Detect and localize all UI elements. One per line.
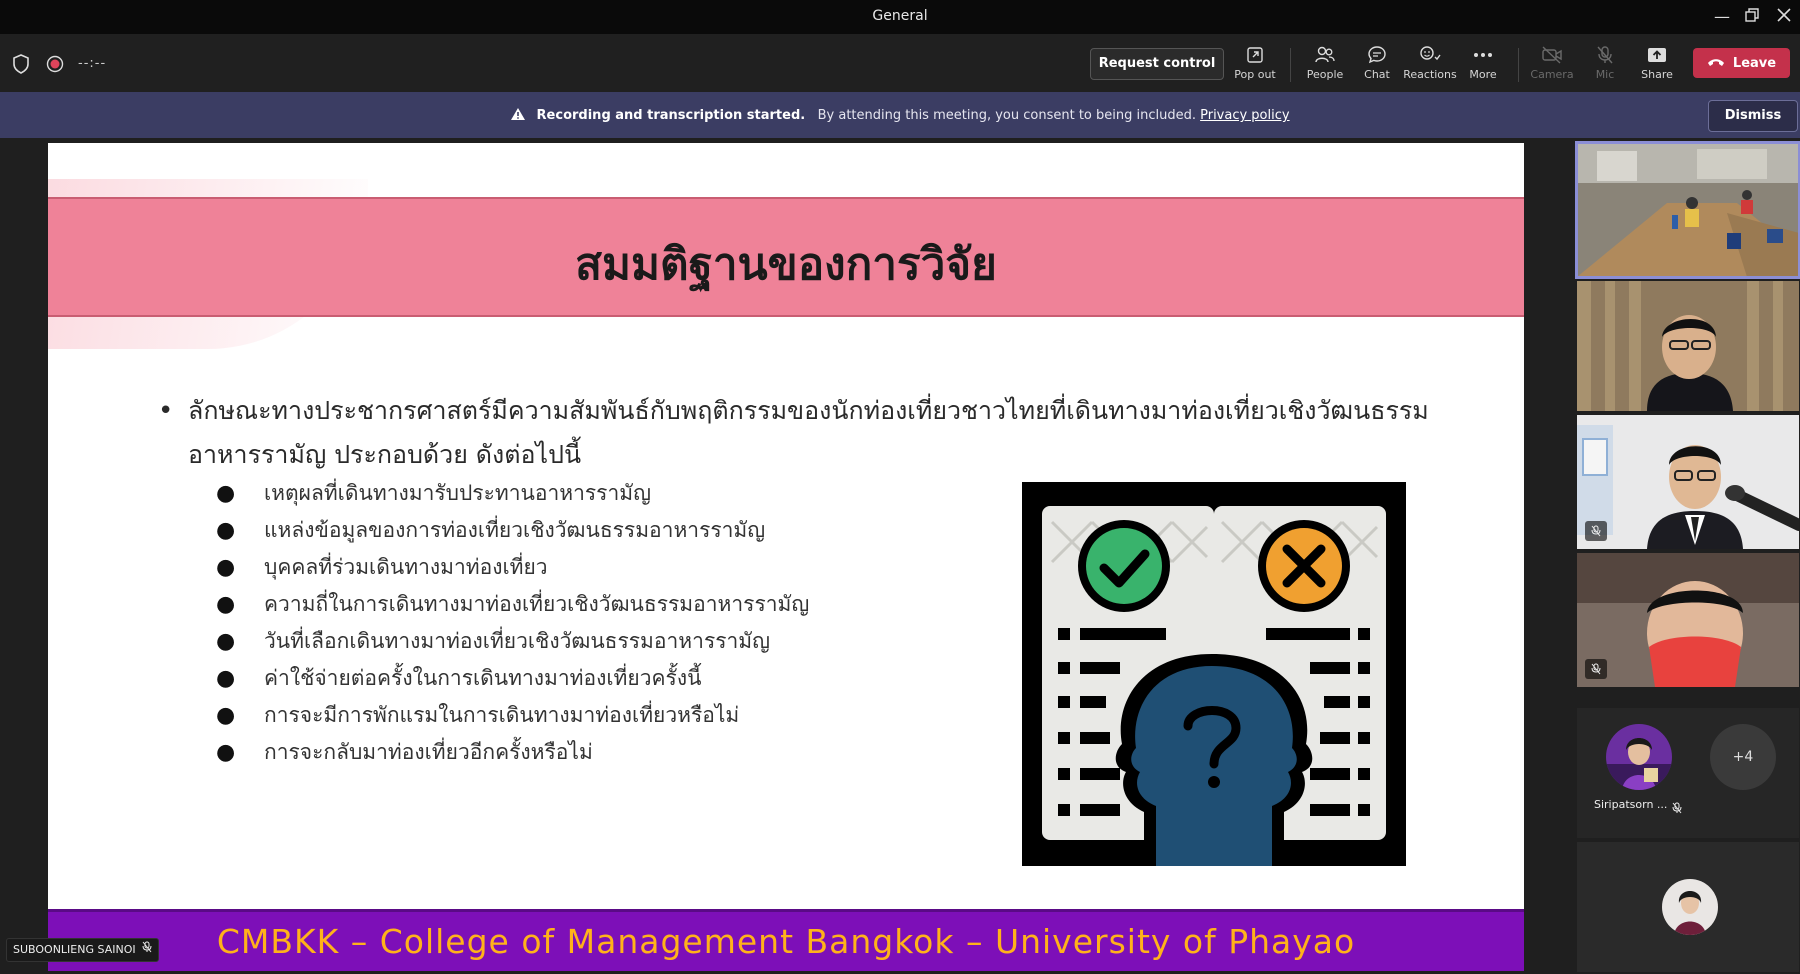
participant-name: Siripatsorn ... xyxy=(1594,798,1668,811)
avatar[interactable] xyxy=(1662,879,1718,935)
list-item: ● ค่าใช้จ่ายต่อครั้งในการเดินทางมาท่องเที… xyxy=(216,666,702,691)
avatar[interactable] xyxy=(1606,724,1672,790)
phone-hangup-icon xyxy=(1707,56,1725,71)
share-button[interactable]: Share xyxy=(1630,42,1684,81)
recording-icon xyxy=(46,55,64,77)
banner-text: By attending this meeting, you consent t… xyxy=(817,108,1196,123)
main-bullet-line2: อาหารรามัญ ประกอบด้วย ดังต่อไปนี้ xyxy=(188,440,582,469)
mic-off-icon xyxy=(142,939,152,961)
meeting-timer: --:-- xyxy=(78,56,107,71)
video-tile-participant-2[interactable] xyxy=(1577,281,1799,411)
sub-bullet-list: ● เหตุผลที่เดินทางมารับประทานอาหารรามัญ ●… xyxy=(216,475,809,771)
pop-out-icon xyxy=(1228,42,1282,68)
toolbar-divider xyxy=(1290,48,1291,82)
camera-button[interactable]: Camera xyxy=(1525,42,1579,81)
mic-off-icon xyxy=(1578,42,1632,68)
main-bullet-line1: ลักษณะทางประชากรศาสตร์มีความสัมพันธ์กับพ… xyxy=(188,396,1429,425)
people-label: People xyxy=(1306,68,1344,81)
share-label: Share xyxy=(1641,68,1673,81)
list-item: ● ความถี่ในการเดินทางมาท่องเที่ยวเชิงวัฒน… xyxy=(216,592,810,617)
banner-message: Recording and transcription started. By … xyxy=(0,107,1800,125)
request-control-button[interactable]: Request control xyxy=(1090,48,1224,80)
mic-off-icon xyxy=(1585,521,1607,541)
camera-off-icon xyxy=(1525,42,1579,68)
bullet-dot: • xyxy=(158,396,174,426)
people-button[interactable]: People xyxy=(1298,42,1352,81)
video-tile-participant-3[interactable] xyxy=(1577,415,1799,549)
slide-header-band: สมมติฐานของการวิจัย xyxy=(48,197,1524,317)
mic-label: Mic xyxy=(1595,68,1615,81)
hypothesis-illustration xyxy=(1022,482,1406,866)
reactions-button[interactable]: Reactions xyxy=(1403,42,1457,81)
recording-banner: Recording and transcription started. By … xyxy=(0,92,1800,138)
slide-footer-text: CMBKK – College of Management Bangkok – … xyxy=(216,922,1356,961)
chat-icon xyxy=(1350,42,1404,68)
list-item: ● บุคคลที่ร่วมเดินทางมาท่องเที่ยว xyxy=(216,555,548,580)
people-icon xyxy=(1298,42,1352,68)
slide-title: สมมติฐานของการวิจัย xyxy=(575,239,997,290)
main-bullet: • ลักษณะทางประชากรศาสตร์มีความสัมพันธ์กั… xyxy=(158,389,1478,477)
mic-off-icon xyxy=(1585,659,1607,679)
camera-label: Camera xyxy=(1530,68,1574,81)
leave-label: Leave xyxy=(1732,55,1777,71)
more-icon xyxy=(1456,42,1510,68)
pop-out-label: Pop out xyxy=(1234,68,1276,81)
share-icon xyxy=(1630,42,1684,68)
shared-slide: สมมติฐานของการวิจัย • ลักษณะทางประชากรศา… xyxy=(48,143,1524,971)
chat-button[interactable]: Chat xyxy=(1350,42,1404,81)
toolbar-divider xyxy=(1518,48,1519,82)
video-tile-room[interactable] xyxy=(1575,141,1800,279)
pop-out-button[interactable]: Pop out xyxy=(1228,42,1282,81)
mic-button[interactable]: Mic xyxy=(1578,42,1632,81)
window-title: General xyxy=(872,8,928,24)
chat-label: Chat xyxy=(1364,68,1390,81)
close-icon[interactable] xyxy=(1772,6,1796,28)
title-bar: General — xyxy=(0,0,1800,34)
list-item: ● แหล่งข้อมูลของการท่องเที่ยวเชิงวัฒนธรรม… xyxy=(216,518,766,543)
minimize-icon[interactable]: — xyxy=(1710,6,1734,28)
banner-bold-text: Recording and transcription started. xyxy=(536,108,806,123)
presenter-label: SUBOONLIENG SAINOI xyxy=(6,938,159,962)
more-participants-button[interactable]: +4 xyxy=(1710,724,1776,790)
leave-button[interactable]: Leave xyxy=(1693,48,1790,78)
list-item: ● การจะมีการพักแรมในการเดินทางมาท่องเที่ย… xyxy=(216,703,740,728)
warning-icon xyxy=(510,107,526,125)
presenter-name: SUBOONLIENG SAINOI xyxy=(13,943,136,956)
slide-footer-band: CMBKK – College of Management Bangkok – … xyxy=(48,909,1524,971)
list-item: ● วันที่เลือกเดินทางมาท่องเที่ยวเชิงวัฒนธ… xyxy=(216,629,771,654)
list-item: ● เหตุผลที่เดินทางมารับประทานอาหารรามัญ xyxy=(216,481,651,506)
reactions-icon xyxy=(1403,42,1457,68)
more-label: More xyxy=(1469,68,1497,81)
dismiss-button[interactable]: Dismiss xyxy=(1708,100,1798,132)
more-button[interactable]: More xyxy=(1456,42,1510,81)
reactions-label: Reactions xyxy=(1403,68,1457,81)
list-item: ● การจะกลับมาท่องเที่ยวอีกครั้งหรือไม่ xyxy=(216,740,593,765)
shield-icon[interactable] xyxy=(12,54,30,78)
video-tile-participant-4[interactable] xyxy=(1577,553,1799,687)
meeting-toolbar: --:-- Request control Pop out People Cha… xyxy=(0,34,1800,92)
privacy-policy-link[interactable]: Privacy policy xyxy=(1200,108,1289,123)
mic-off-icon xyxy=(1672,799,1682,818)
restore-icon[interactable] xyxy=(1740,6,1764,28)
